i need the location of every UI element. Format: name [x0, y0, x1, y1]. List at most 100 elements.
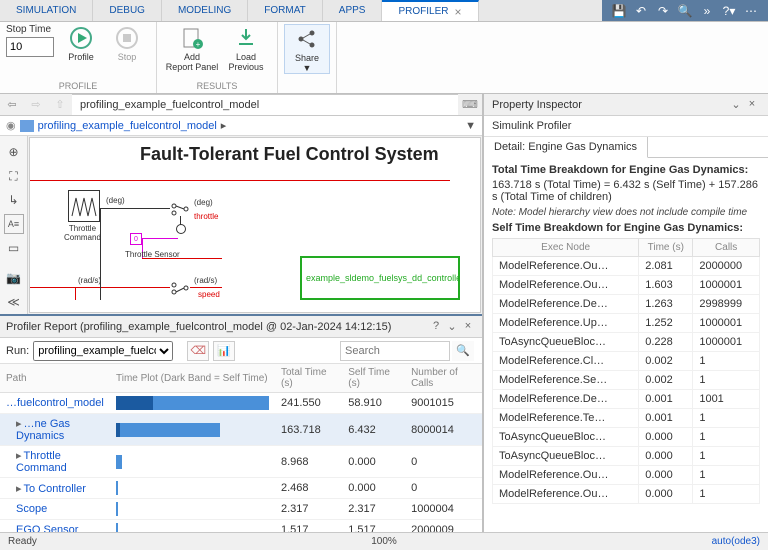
- more-icon[interactable]: ⋯: [742, 2, 760, 20]
- block-model-ref[interactable]: example_sldemo_fuelsys_dd_controller: [300, 256, 460, 300]
- save-icon[interactable]: 💾: [610, 2, 628, 20]
- switch-2[interactable]: [170, 281, 190, 295]
- search-icon[interactable]: 🔍: [676, 2, 694, 20]
- main-tabstrip: SIMULATION DEBUG MODELING FORMAT APPS PR…: [0, 0, 768, 22]
- port-1[interactable]: [176, 224, 186, 234]
- fit-icon[interactable]: ⛶: [4, 166, 24, 186]
- col-path: Path: [0, 364, 110, 393]
- table-row[interactable]: ToAsyncQueueBloc…0.0001: [493, 428, 760, 447]
- label-speed: speed: [198, 290, 220, 299]
- run-select[interactable]: profiling_example_fuelcontrol_model: [33, 341, 173, 361]
- table-row[interactable]: …fuelcontrol_model241.55058.9109001015: [0, 393, 482, 414]
- nav-back-button[interactable]: ⇦: [0, 94, 24, 115]
- share-button[interactable]: Share▼: [284, 24, 330, 74]
- table-row[interactable]: EGO Sensor1.5171.5172000009: [0, 520, 482, 533]
- table-row[interactable]: ModelReference.Ou…2.0812000000: [493, 257, 760, 276]
- close-icon[interactable]: ×: [454, 5, 461, 19]
- profiler-search-input[interactable]: [340, 341, 450, 361]
- table-row[interactable]: ModelReference.Ou…0.0001: [493, 466, 760, 485]
- table-row[interactable]: ModelReference.Ou…0.0001: [493, 485, 760, 504]
- nav-up-button[interactable]: ⇧: [48, 94, 72, 115]
- inspector-title: Property Inspector: [492, 99, 582, 111]
- tab-apps[interactable]: APPS: [323, 0, 383, 21]
- add-report-label: Add Report Panel: [166, 52, 219, 72]
- play-icon: [69, 26, 93, 50]
- label-rads1: (rad/s): [78, 276, 101, 285]
- stop-icon: [115, 26, 139, 50]
- profile-label: Profile: [68, 52, 94, 62]
- tab-profiler[interactable]: PROFILER×: [382, 0, 478, 21]
- status-zoom: 100%: [371, 536, 397, 547]
- icol-node: Exec Node: [493, 239, 639, 257]
- inspector-subtitle: Simulink Profiler: [484, 116, 768, 137]
- profiler-close-icon[interactable]: ×: [460, 320, 476, 333]
- table-row[interactable]: ToAsyncQueueBloc…0.0001: [493, 447, 760, 466]
- icol-time: Time (s): [639, 239, 693, 257]
- document-tab[interactable]: profiling_example_fuelcontrol_model: [72, 94, 458, 115]
- table-row[interactable]: ModelReference.Se…0.0021: [493, 371, 760, 390]
- download-icon: [234, 26, 258, 50]
- add-report-button[interactable]: + Add Report Panel: [163, 24, 221, 72]
- share-icon: [295, 27, 319, 51]
- icol-calls: Calls: [693, 239, 760, 257]
- restore-icon[interactable]: ≪: [4, 292, 24, 312]
- text-icon[interactable]: A≡: [4, 214, 24, 234]
- profile-button[interactable]: Profile: [58, 24, 104, 62]
- insp-equation: 163.718 s (Total Time) = 6.432 s (Self T…: [492, 179, 760, 203]
- switch-1[interactable]: [170, 202, 190, 216]
- tab-simulation[interactable]: SIMULATION: [0, 0, 93, 21]
- viewer-icon[interactable]: 📷: [4, 268, 24, 288]
- status-solver[interactable]: auto(ode3): [712, 536, 760, 547]
- table-row[interactable]: Scope2.3172.3171000004: [0, 499, 482, 520]
- tab-format[interactable]: FORMAT: [248, 0, 322, 21]
- stop-time-input[interactable]: [6, 37, 54, 57]
- table-row[interactable]: ModelReference.Cl…0.0021: [493, 352, 760, 371]
- chart-button[interactable]: 📊: [213, 341, 235, 361]
- profiler-help-icon[interactable]: ?: [428, 320, 444, 333]
- table-row[interactable]: ModelReference.Te…0.0011: [493, 409, 760, 428]
- table-row[interactable]: ModelReference.De…0.0011001: [493, 390, 760, 409]
- table-row[interactable]: ModelReference.Ou…1.6031000001: [493, 276, 760, 295]
- undo-icon[interactable]: ↶: [632, 2, 650, 20]
- load-previous-button[interactable]: Load Previous: [221, 24, 271, 72]
- delete-button[interactable]: ⌫: [187, 341, 209, 361]
- label-rads2: (rad/s): [194, 276, 217, 285]
- redo-icon[interactable]: ↷: [654, 2, 672, 20]
- tool-palette: ⊕ ⛶ ↳ A≡ ▭ 📷 ≪: [0, 136, 28, 314]
- table-row[interactable]: ▸To Controller2.4680.0000: [0, 478, 482, 499]
- zoom-in-icon[interactable]: ⊕: [4, 142, 24, 162]
- stop-button[interactable]: Stop: [104, 24, 150, 62]
- search-go-icon[interactable]: 🔍: [452, 341, 474, 361]
- help-icon[interactable]: ?▾: [720, 2, 738, 20]
- inspector-tab-detail[interactable]: Detail: Engine Gas Dynamics: [484, 137, 648, 158]
- tab-modeling[interactable]: MODELING: [162, 0, 248, 21]
- status-ready: Ready: [8, 536, 37, 547]
- block-throttle-command[interactable]: [68, 190, 100, 222]
- inspector-close-icon[interactable]: ×: [744, 98, 760, 111]
- insp-h1: Total Time Breakdown for Engine Gas Dyna…: [492, 164, 748, 176]
- report-add-icon: +: [180, 26, 204, 50]
- table-row[interactable]: ModelReference.Up…1.2521000001: [493, 314, 760, 333]
- const-0[interactable]: 0: [130, 233, 142, 245]
- col-total: Total Time (s): [275, 364, 342, 393]
- model-canvas[interactable]: Fault-Tolerant Fuel Control System Throt…: [29, 137, 481, 313]
- table-row[interactable]: ToAsyncQueueBloc…0.2281000001: [493, 333, 760, 352]
- annotation-icon[interactable]: ▭: [4, 238, 24, 258]
- table-row[interactable]: ModelReference.De…1.2632998999: [493, 295, 760, 314]
- inspector-min-icon[interactable]: ⌄: [728, 98, 744, 111]
- run-label: Run:: [6, 345, 29, 357]
- profiler-min-icon[interactable]: ⌄: [444, 320, 460, 333]
- keyboard-icon[interactable]: ⌨: [458, 94, 482, 115]
- nav-fwd-button[interactable]: ⇨: [24, 94, 48, 115]
- insp-h2: Self Time Breakdown for Engine Gas Dynam…: [492, 222, 743, 234]
- model-icon: [20, 120, 34, 132]
- tab-debug[interactable]: DEBUG: [93, 0, 162, 21]
- profiler-table[interactable]: Path Time Plot (Dark Band = Self Time) T…: [0, 364, 482, 532]
- breadcrumb[interactable]: ◉ profiling_example_fuelcontrol_model ▸ …: [0, 116, 482, 136]
- table-row[interactable]: ▸Throttle Command8.9680.0000: [0, 446, 482, 478]
- inspector-table[interactable]: Exec Node Time (s) Calls ModelReference.…: [492, 238, 760, 504]
- arrow-icon[interactable]: ↳: [4, 190, 24, 210]
- table-row[interactable]: ▸…ne Gas Dynamics163.7186.4328000014: [0, 414, 482, 446]
- fast-forward-icon[interactable]: »: [698, 2, 716, 20]
- quick-access-toolbar: 💾 ↶ ↷ 🔍 » ?▾ ⋯: [602, 0, 768, 21]
